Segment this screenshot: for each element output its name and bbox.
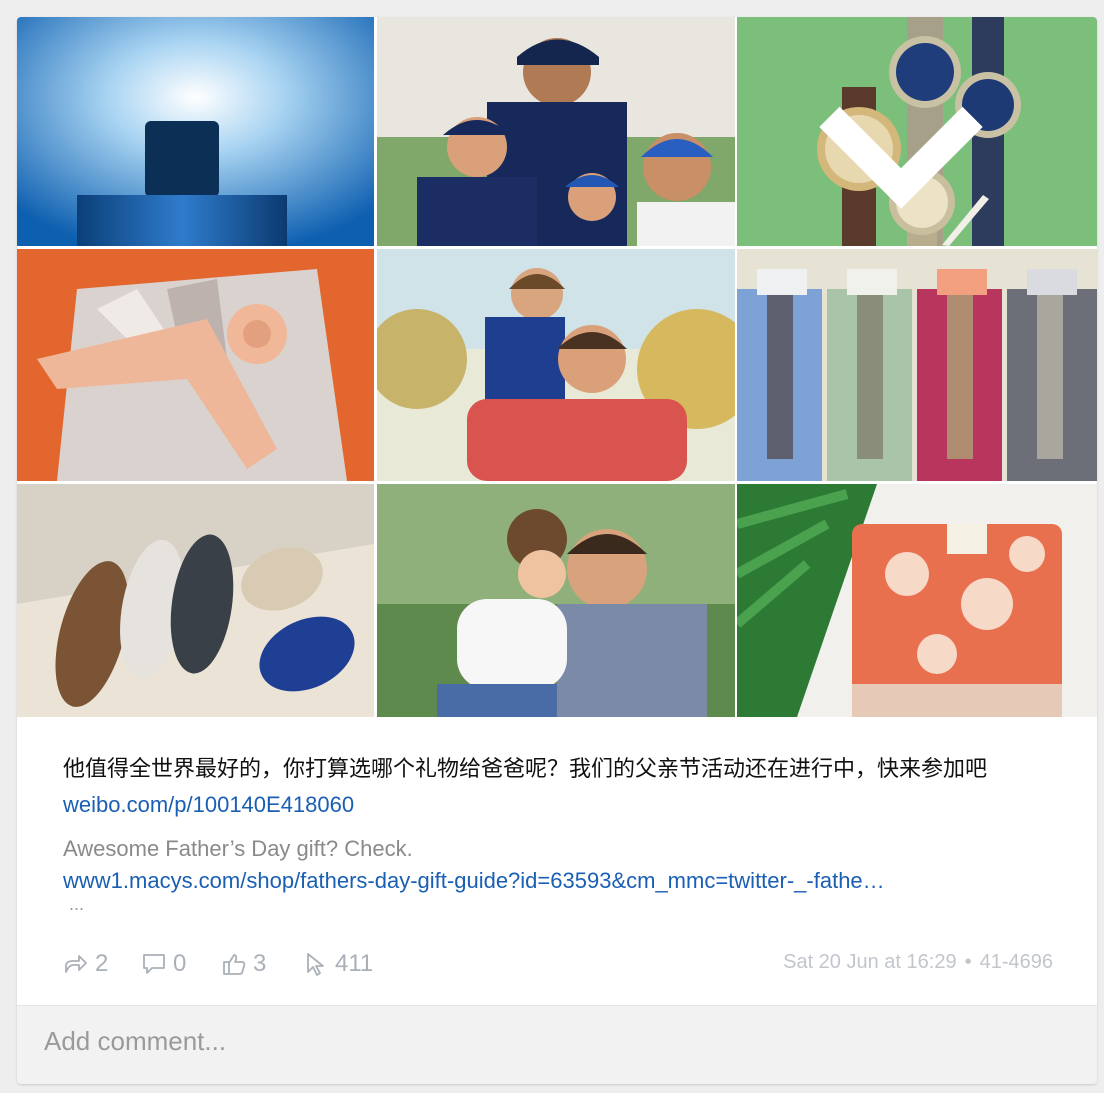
loafers-image[interactable] <box>17 484 374 717</box>
watches-image[interactable] <box>737 17 1097 246</box>
click-count: 411 <box>335 950 374 977</box>
more-ellipsis[interactable]: ... <box>69 895 1063 913</box>
post-body: 他值得全世界最好的，你打算选哪个礼物给爸爸呢？我们的父亲节活动还在进行中，快来参… <box>63 756 988 781</box>
comment-stat[interactable]: 0 <box>141 947 186 981</box>
father-and-daughter-image[interactable] <box>377 484 735 717</box>
post-timestamp[interactable]: Sat 20 Jun at 16:29 <box>783 951 956 973</box>
post-meta: Sat 20 Jun at 16:29 • 41-4696 <box>783 951 1053 974</box>
shirt-and-tie-image[interactable] <box>17 249 374 481</box>
like-stat[interactable]: 3 <box>221 947 266 981</box>
post-text: 他值得全世界最好的，你打算选哪个礼物给爸爸呢？我们的父亲节活动还在进行中，快来参… <box>63 751 1063 823</box>
click-stat: 411 <box>303 947 373 981</box>
shop-url-link[interactable]: www1.macys.com/shop/fathers-day-gift-gui… <box>63 865 1053 897</box>
baseball-family-image[interactable] <box>377 17 735 246</box>
post-id: 41-4696 <box>979 951 1053 973</box>
cologne-bottle-image[interactable] <box>17 17 374 246</box>
comment-bar[interactable]: Add comment... <box>17 1005 1097 1084</box>
comment-count: 0 <box>173 950 187 977</box>
post-card: 他值得全世界最好的，你打算选哪个礼物给爸爸呢？我们的父亲节活动还在进行中，快来参… <box>17 17 1097 1084</box>
weibo-link[interactable]: weibo.com/p/100140E418060 <box>63 792 354 817</box>
hawaiian-shirt-image[interactable] <box>737 484 1097 717</box>
meta-separator: • <box>964 951 972 973</box>
add-comment-input[interactable]: Add comment... <box>44 1026 226 1057</box>
chevron-down-icon[interactable] <box>737 31 1081 246</box>
share-icon <box>65 955 87 973</box>
image-grid <box>17 17 1097 717</box>
post-stats: 2 0 3 411 Sat 20 Jun at 16:29 • 41-4696 <box>63 947 1053 981</box>
link-description: Awesome Father’s Day gift? Check. <box>63 836 413 861</box>
thumbs-up-icon <box>223 954 246 975</box>
like-count: 3 <box>253 950 267 977</box>
comment-icon <box>143 954 165 974</box>
cursor-icon <box>307 953 324 976</box>
ties-and-shirts-image[interactable] <box>737 249 1097 481</box>
post-content: 他值得全世界最好的，你打算选哪个礼物给爸爸呢？我们的父亲节活动还在进行中，快来参… <box>63 751 1063 913</box>
share-stat[interactable]: 2 <box>63 947 108 981</box>
father-and-son-image[interactable] <box>377 249 735 481</box>
share-count: 2 <box>95 950 109 977</box>
